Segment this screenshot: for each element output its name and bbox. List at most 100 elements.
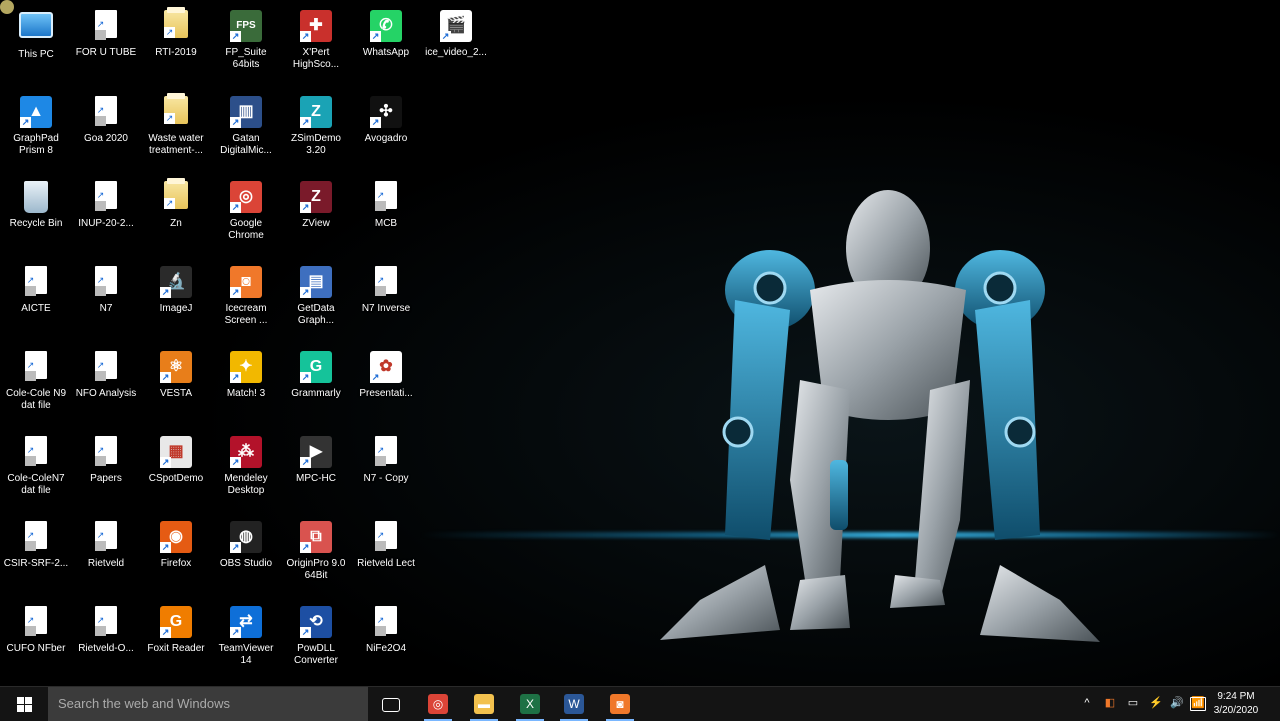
desktop-icon-label: INUP-20-2... [78, 218, 134, 229]
desktop-icon-label: Avogadro [364, 133, 408, 144]
desktop-icon-label: Goa 2020 [84, 133, 128, 144]
desktop-icon-teamviewer-14[interactable]: ⇄ TeamViewer 14 [211, 602, 281, 682]
folder-icon [159, 7, 193, 44]
desktop-icon-rietveld-lect[interactable]: Rietveld Lect [351, 517, 421, 597]
desktop-icon-graphpad-prism-8[interactable]: ▲ GraphPad Prism 8 [1, 92, 71, 172]
desktop-icon-label: N7 [99, 303, 113, 314]
desktop-icon-nife2o4[interactable]: NiFe2O4 [351, 602, 421, 682]
getdata-icon: ▤ [299, 266, 333, 300]
desktop-icon-foxit-reader[interactable]: G Foxit Reader [141, 602, 211, 682]
file-icon [89, 181, 123, 215]
desktop-icon-label: CUFO NFber [6, 643, 66, 654]
desktop-icon-n7-copy[interactable]: N7 - Copy [351, 432, 421, 512]
desktop-icon-presentati[interactable]: ✿ Presentati... [351, 347, 421, 427]
desktop-icon-zview[interactable]: Z ZView [281, 177, 351, 257]
desktop-icon-whatsapp[interactable]: ✆ WhatsApp [351, 6, 421, 86]
taskbar-excel-button[interactable]: X [510, 687, 550, 721]
desktop-icon-label: Rietveld-O... [78, 643, 134, 654]
cspot-icon: ▦ [159, 436, 193, 470]
desktop-icon-recycle-bin[interactable]: Recycle Bin [1, 177, 71, 257]
start-button[interactable] [0, 687, 48, 721]
desktop-icon-mcb[interactable]: MCB [351, 177, 421, 257]
taskbar-chrome-icon: ◎ [428, 694, 448, 714]
desktop-icon-cole-cole-n9-dat-file[interactable]: Cole-Cole N9 dat file [1, 347, 71, 427]
desktop-icon-nfo-analysis[interactable]: NFO Analysis [71, 347, 141, 427]
desktop-icon-goa-2020[interactable]: Goa 2020 [71, 92, 141, 172]
desktop-icon-avogadro[interactable]: ✣ Avogadro [351, 92, 421, 172]
taskbar-word-button[interactable]: W [554, 687, 594, 721]
desktop-icon-label: PowDLL Converter [294, 643, 338, 666]
desktop-icon-obs-studio[interactable]: ◍ OBS Studio [211, 517, 281, 597]
clock[interactable]: 9:24 PM 3/20/2020 [1206, 690, 1266, 718]
desktop-icon-csir-srf-2[interactable]: CSIR-SRF-2... [1, 517, 71, 597]
desktop-icon-cole-colen7-dat-file[interactable]: Cole-ColeN7 dat file [1, 432, 71, 512]
notification-center-icon[interactable] [1190, 697, 1206, 711]
desktop-icon-label: Grammarly [291, 388, 341, 399]
desktop-icon-zn[interactable]: Zn [141, 177, 211, 257]
file-icon [89, 606, 123, 640]
grammarly-icon: G [299, 351, 333, 385]
mpc-hc-icon: ▶ [299, 436, 333, 470]
powdll-icon: ⟲ [299, 606, 333, 640]
desktop-icon-rietveld-o[interactable]: Rietveld-O... [71, 602, 141, 682]
desktop-icon-for-u-tube[interactable]: FOR U TUBE [71, 6, 141, 86]
desktop-icon-gatan-digitalmic[interactable]: ▥ Gatan DigitalMic... [211, 92, 281, 172]
task-view-button[interactable] [370, 687, 410, 721]
desktop-icon-icecream-screen[interactable]: ◙ Icecream Screen ... [211, 262, 281, 342]
desktop-icon-aicte[interactable]: AICTE [1, 262, 71, 342]
teamviewer-icon: ⇄ [229, 606, 263, 640]
zsimdemo-icon: Z [299, 96, 333, 130]
desktop-icon-inup-20-2[interactable]: INUP-20-2... [71, 177, 141, 257]
clock-date: 3/20/2020 [1213, 705, 1259, 716]
desktop-icon-cufo-nfber[interactable]: CUFO NFber [1, 602, 71, 682]
desktop-icon-ice-video-2[interactable]: 🎬 ice_video_2... [421, 6, 491, 86]
desktop-icon-getdata-graph[interactable]: ▤ GetData Graph... [281, 262, 351, 342]
desktop-icon-papers[interactable]: Papers [71, 432, 141, 512]
desktop-icon-firefox[interactable]: ◉ Firefox [141, 517, 211, 597]
desktop-icon-google-chrome[interactable]: ◎ Google Chrome [211, 177, 281, 257]
desktop-icon-label: NFO Analysis [75, 388, 137, 399]
desktop-icon-mendeley-desktop[interactable]: ⁂ Mendeley Desktop [211, 432, 281, 512]
show-hidden-icons-icon[interactable]: ^ [1080, 696, 1094, 710]
desktop-icon-x-pert-highsco[interactable]: ✚ X'Pert HighSco... [281, 6, 351, 86]
file-icon [89, 436, 123, 470]
power-icon[interactable]: ⚡ [1149, 696, 1163, 710]
desktop-icon-fp-suite-64bits[interactable]: FPS FP_Suite 64bits [211, 6, 281, 86]
desktop-icon-mpc-hc[interactable]: ▶ MPC-HC [281, 432, 351, 512]
desktop-icon-label: GraphPad Prism 8 [13, 133, 59, 156]
desktop-icon-originpro-9-0-64bit[interactable]: ⧉ OriginPro 9.0 64Bit [281, 517, 351, 597]
file-icon [369, 606, 403, 640]
desktop-icon-label: OBS Studio [219, 558, 273, 569]
desktop-icon-cspotdemo[interactable]: ▦ CSpotDemo [141, 432, 211, 512]
desktop-icon-vesta[interactable]: ⚛ VESTA [141, 347, 211, 427]
desktop-icon-n7-inverse[interactable]: N7 Inverse [351, 262, 421, 342]
desktop-icon-label: FP_Suite 64bits [225, 47, 267, 70]
volume-icon[interactable]: 🔊 [1170, 696, 1184, 710]
search-input[interactable]: Search the web and Windows [48, 687, 368, 721]
desktop-icon-zsimdemo-3-20[interactable]: Z ZSimDemo 3.20 [281, 92, 351, 172]
desktop-icon-label: AICTE [21, 303, 51, 314]
desktop-icon-label: GetData Graph... [297, 303, 335, 326]
battery-icon[interactable]: ▭ [1126, 696, 1140, 710]
desktop-icon-n7[interactable]: N7 [71, 262, 141, 342]
desktop-icon-waste-water-treatment[interactable]: Waste water treatment-... [141, 92, 211, 172]
desktop-icon-powdll-converter[interactable]: ⟲ PowDLL Converter [281, 602, 351, 682]
taskbar-chrome-button[interactable]: ◎ [418, 687, 458, 721]
desktop-icon-label: ice_video_2... [425, 47, 487, 58]
recycle-bin-icon [19, 181, 53, 215]
desktop-icon-label: WhatsApp [362, 47, 410, 58]
graphpad-prism-icon: ▲ [19, 96, 53, 130]
mouse-cursor [0, 0, 14, 14]
taskbar-icecream-button[interactable]: ◙ [600, 687, 640, 721]
desktop-icon-rietveld[interactable]: Rietveld [71, 517, 141, 597]
desktop-icon-imagej[interactable]: 🔬 ImageJ [141, 262, 211, 342]
tray-app-icon[interactable]: ◧ [1103, 696, 1117, 710]
zview-icon: Z [299, 181, 333, 215]
desktop-icon-match-3[interactable]: ✦ Match! 3 [211, 347, 281, 427]
desktop-icon-this-pc[interactable]: This PC [1, 6, 71, 86]
desktop-icon-grammarly[interactable]: G Grammarly [281, 347, 351, 427]
taskbar-file-explorer-button[interactable]: ▬ [464, 687, 504, 721]
clock-time: 9:24 PM [1217, 691, 1255, 702]
desktop-icon-rti-2019[interactable]: RTI-2019 [141, 6, 211, 86]
desktop-icon-label: Papers [90, 473, 122, 484]
